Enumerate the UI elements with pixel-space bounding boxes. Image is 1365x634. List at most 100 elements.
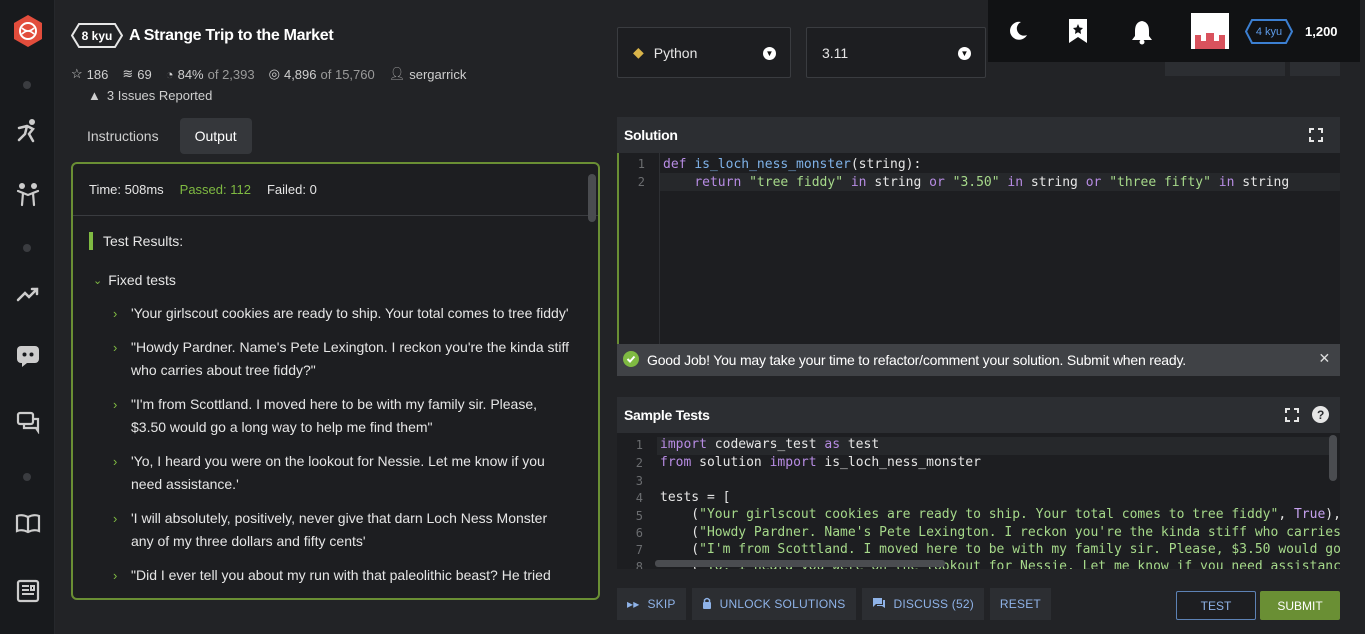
fixed-tests-group[interactable]: ⌄ Fixed tests (93, 272, 176, 288)
solution-editor[interactable]: 1 2 def is_loch_ness_monster(string): re… (617, 153, 1340, 344)
svg-text:?: ? (1317, 408, 1324, 422)
submit-button[interactable]: SUBMIT (1260, 591, 1340, 620)
sample-tests-header: Sample Tests ? (617, 397, 1340, 433)
issues-reported[interactable]: ▲ 3 Issues Reported (88, 88, 212, 103)
line-number: 1 (637, 157, 645, 171)
author-stat[interactable]: 👤︎ sergarrick (389, 66, 467, 82)
chevron-right-icon: › (113, 397, 118, 412)
collections-stat[interactable]: ≋ 69 (122, 66, 151, 82)
notifications-bell-icon[interactable] (1130, 19, 1154, 50)
line-number: 4 (635, 491, 643, 505)
kata-rank-label: 8 kyu (81, 28, 113, 43)
hidden-toolbar-button[interactable] (1290, 62, 1340, 76)
collections-count: 69 (137, 66, 152, 82)
output-summary: Time: 508ms Passed: 112 Failed: 0 (73, 164, 598, 216)
line-number: 2 (635, 456, 643, 470)
banner-message: Good Job! You may take your time to refa… (647, 352, 1186, 368)
user-rank-badge: 4 kyu (1245, 19, 1293, 44)
output-scrollbar[interactable] (588, 174, 596, 222)
stars-stat[interactable]: ☆ 186 (71, 66, 108, 82)
user-icon: 👤︎ (388, 66, 406, 81)
sidebar (0, 0, 55, 634)
forum-icon[interactable] (0, 410, 55, 434)
chevron-down-icon: ▼ (763, 47, 776, 60)
stars-count: 186 (86, 66, 109, 82)
code-line: import codewars_test as test (660, 437, 880, 452)
failed-count: Failed: 0 (266, 182, 317, 197)
user-rank-label: 4 kyu (1255, 25, 1283, 38)
code-line: def is_loch_ness_monster(string): (663, 157, 922, 172)
satisfaction-stat: ◔ 84% of 2,393 (166, 67, 255, 82)
fullscreen-icon[interactable] (1309, 128, 1323, 145)
unlock-solutions-button[interactable]: UNLOCK SOLUTIONS (691, 588, 856, 620)
test-item[interactable]: › 'Yo, I heard you were on the lookout fo… (113, 450, 573, 496)
chevron-down-icon: ▼ (958, 47, 971, 60)
practice-icon[interactable] (0, 181, 55, 207)
line-number: 8 (635, 560, 643, 569)
reset-label: RESET (999, 597, 1041, 611)
warning-icon: ▲ (88, 88, 101, 103)
line-number: 1 (635, 438, 643, 452)
unlock-label: UNLOCK SOLUTIONS (719, 597, 846, 611)
target-icon: ◎ (268, 66, 280, 81)
test-item[interactable]: › "I'm from Scottland. I moved here to be… (113, 393, 573, 439)
leaderboards-icon[interactable] (0, 284, 55, 304)
code-line: return "tree fiddy" in string or "3.50" … (694, 175, 1290, 190)
star-icon: ☆ (71, 66, 83, 81)
hidden-toolbar-button[interactable] (1165, 62, 1285, 76)
language-select[interactable]: ◆ Python ▼ (617, 27, 791, 78)
horizontal-scrollbar[interactable] (655, 560, 945, 567)
chevron-right-icon: › (113, 568, 118, 583)
code-line: ("I'm from Scottland. I moved here to be… (660, 542, 1340, 557)
discord-icon[interactable] (0, 345, 55, 367)
reset-button[interactable]: RESET (989, 588, 1051, 620)
tab-instructions[interactable]: Instructions (72, 118, 174, 154)
chevron-right-icon: › (113, 511, 118, 526)
chevron-right-icon: › (113, 340, 118, 355)
gauge-icon: ◔ (165, 66, 174, 82)
test-item[interactable]: › "Did I ever tell you about my run with … (113, 564, 573, 587)
line-number: 3 (635, 474, 643, 488)
tab-output[interactable]: Output (179, 118, 252, 154)
docs-book-icon[interactable] (0, 512, 55, 534)
test-item[interactable]: › 'Your girlscout cookies are ready to sh… (113, 302, 573, 325)
discuss-button[interactable]: DISCUSS (52) (861, 588, 984, 620)
test-results-heading: Test Results: (89, 232, 183, 250)
test-item[interactable]: › "Howdy Pardner. Name's Pete Lexington. … (113, 336, 573, 382)
blog-icon[interactable] (0, 579, 55, 603)
fullscreen-icon[interactable] (1285, 408, 1299, 425)
bookmark-icon[interactable] (1068, 18, 1088, 49)
line-number: 6 (635, 526, 643, 540)
code-line: ("Howdy Pardner. Name's Pete Lexington. … (660, 525, 1340, 540)
issues-label: 3 Issues Reported (106, 88, 213, 103)
chevron-right-icon: › (113, 454, 118, 469)
code-line: ("Your girlscout cookies are ready to sh… (660, 507, 1340, 522)
test-list: › 'Your girlscout cookies are ready to sh… (113, 302, 573, 598)
test-label: 'Yo, I heard you were on the lookout for… (131, 453, 545, 492)
close-icon[interactable]: ✕ (1318, 350, 1330, 367)
training-icon[interactable] (0, 118, 55, 144)
version-select[interactable]: 3.11 ▼ (806, 27, 986, 78)
success-banner: Good Job! You may take your time to refa… (617, 344, 1340, 376)
codewars-logo-icon[interactable] (0, 14, 55, 48)
vertical-scrollbar[interactable] (1329, 435, 1337, 481)
skip-button[interactable]: ▸▸ SKIP (617, 588, 686, 620)
author-name[interactable]: sergarrick (409, 67, 466, 82)
chevron-right-icon: › (113, 306, 118, 321)
check-circle-icon (623, 350, 639, 370)
test-label: 'Your girlscout cookies are ready to shi… (131, 305, 569, 321)
language-value: Python (653, 44, 698, 61)
passed-count: Passed: 112 (179, 182, 251, 197)
test-button[interactable]: TEST (1176, 591, 1256, 620)
sample-tests-editor[interactable]: 1 2 3 4 5 6 7 8 import codewars_test as … (617, 433, 1340, 569)
help-icon[interactable]: ? (1312, 406, 1329, 426)
kata-title: A Strange Trip to the Market (129, 27, 334, 44)
user-avatar[interactable] (1191, 13, 1229, 49)
kata-rank-badge: 8 kyu (71, 23, 123, 48)
sidebar-divider-dot (23, 81, 31, 89)
test-item[interactable]: › 'I will absolutely, positively, never g… (113, 507, 573, 553)
dark-mode-moon-icon[interactable] (1007, 20, 1029, 47)
honor-score: 1,200 (1305, 24, 1338, 39)
output-panel: Time: 508ms Passed: 112 Failed: 0 Test R… (71, 162, 600, 600)
chevron-down-icon: ⌄ (93, 274, 103, 287)
